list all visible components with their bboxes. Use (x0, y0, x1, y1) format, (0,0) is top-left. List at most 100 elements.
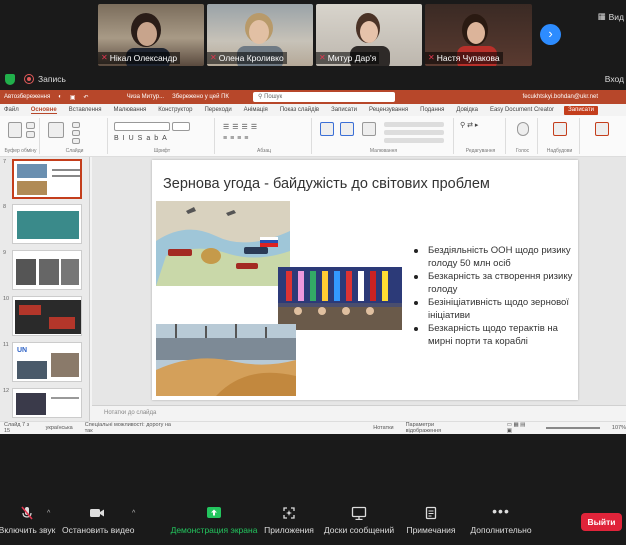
bullet-item: Бездіяльність ООН щодо ризику голоду 50 … (414, 244, 574, 270)
participant-tile[interactable]: ✕ Олена Кроливко (207, 4, 313, 66)
menu-record[interactable]: Записати (331, 107, 357, 113)
addins-icon[interactable] (553, 122, 567, 136)
designer-icon[interactable] (595, 122, 609, 136)
exit-label[interactable]: Вход (605, 74, 624, 84)
menu-view[interactable]: Подання (420, 107, 444, 113)
shield-icon[interactable] (5, 73, 15, 85)
ribbon-group-paragraph: ☰☰☰☰ ≡≡≡≡ Абзац (217, 118, 312, 154)
cut-icon[interactable] (26, 122, 35, 129)
more-button[interactable]: ••• Дополнительно (464, 504, 538, 535)
ppt-user-email[interactable]: fecukhtskyi.bohdan@ukr.net (523, 94, 598, 100)
slide-bullet-list[interactable]: Бездіяльність ООН щодо ризику голоду 50 … (414, 244, 574, 348)
reset-icon[interactable] (72, 130, 80, 136)
slide-notes-field[interactable]: Нотатки до слайда (92, 405, 626, 421)
arrange-icon[interactable] (340, 122, 354, 136)
zoom-slider[interactable] (545, 427, 600, 429)
list-icons[interactable]: ☰☰☰☰ (223, 123, 260, 131)
apps-button[interactable]: Приложения (262, 506, 316, 535)
paste-icon[interactable] (8, 122, 22, 138)
menu-animations[interactable]: Анімація (244, 107, 268, 113)
slide-thumbnail[interactable]: UN (12, 342, 82, 382)
zoom-level[interactable]: 107% (612, 425, 626, 431)
accessibility-indicator[interactable]: Спеціальні можливості: дорогу на так (85, 422, 172, 434)
microphone-icon[interactable] (517, 122, 529, 136)
notes-toggle[interactable]: Нотатки (373, 425, 393, 431)
shape-outline-select[interactable] (384, 130, 444, 135)
slide-image-meeting[interactable] (278, 267, 402, 330)
ribbon-group-slides: Слайди (42, 118, 108, 154)
record-icon (24, 74, 34, 84)
bullet-item: Безініціативність щодо зернової ініціати… (414, 296, 574, 322)
slide-thumbnail[interactable] (12, 159, 82, 199)
whiteboards-button[interactable]: Доски сообщений (322, 506, 396, 535)
slide-thumbnail[interactable] (12, 296, 82, 336)
menu-insert[interactable]: Вставлення (69, 107, 102, 113)
find-replace-select-icons[interactable]: ⚲ ⇄ ▸ (460, 122, 478, 130)
recording-indicator[interactable]: Запись (24, 74, 66, 84)
chevron-right-icon: › (548, 26, 553, 41)
video-options-chevron-icon[interactable]: ^ (132, 510, 135, 517)
quick-styles-icon[interactable] (362, 122, 376, 136)
mic-muted-icon (21, 506, 33, 520)
shape-fill-select[interactable] (384, 122, 444, 127)
audio-options-chevron-icon[interactable]: ^ (47, 510, 50, 517)
save-icon[interactable]: ▣ (70, 94, 76, 101)
ppt-status-bar: Слайд 7 з 15 українська Спеціальні можли… (0, 421, 626, 434)
slide-image-grain-port[interactable] (156, 324, 296, 396)
menu-file[interactable]: Файл (4, 107, 19, 113)
slide-counter: Слайд 7 з 15 (4, 422, 30, 434)
share-screen-button[interactable]: Демонстрация экрана (170, 506, 258, 535)
menu-easy-doc[interactable]: Easy Document Creator (490, 107, 554, 113)
menu-slideshow[interactable]: Показ слайдів (280, 107, 319, 113)
new-slide-icon[interactable] (48, 122, 64, 138)
participant-tile[interactable]: ✕ Настя Чупакова (425, 4, 532, 66)
font-format-icons[interactable]: BIUSabA (114, 135, 171, 142)
ppt-titlebar: Автозбереження ◐ ▣ ↶ Чиза Митур... Збере… (0, 90, 626, 104)
participant-tile[interactable]: ✕ Митур Дар'я (316, 4, 422, 66)
section-icon[interactable] (72, 138, 80, 144)
shape-effects-select[interactable] (384, 138, 444, 143)
layout-icon[interactable] (72, 122, 80, 128)
view-button[interactable]: ▦ Вид (598, 11, 624, 22)
ppt-record-button[interactable]: Записати (564, 106, 598, 115)
slide-canvas[interactable]: Зернова угода - байдужість до світових п… (152, 160, 578, 400)
menu-help[interactable]: Довідка (456, 107, 478, 113)
share-screen-icon (207, 507, 221, 518)
leave-meeting-button[interactable]: Выйти (581, 513, 622, 531)
mic-off-icon: ✕ (101, 53, 108, 62)
mic-off-icon: ✕ (210, 53, 217, 62)
shapes-icon[interactable] (320, 122, 334, 136)
font-size-select[interactable] (172, 122, 190, 131)
toggle-icon[interactable]: ◐ (58, 94, 62, 100)
language-indicator[interactable]: українська (46, 425, 73, 431)
menu-review[interactable]: Рецензування (369, 107, 408, 113)
ppt-search-input[interactable]: ⚲ Пошук (253, 92, 395, 102)
ribbon-group-clipboard: Буфер обміну (2, 118, 40, 154)
shared-screen-powerpoint: Автозбереження ◐ ▣ ↶ Чиза Митур... Збере… (0, 90, 626, 434)
view-mode-icons[interactable]: ▭ ▦ ▤ ▣ (507, 422, 530, 434)
slide-title[interactable]: Зернова угода - байдужість до світових п… (163, 176, 490, 192)
font-family-select[interactable] (114, 122, 170, 131)
menu-home[interactable]: Основне (30, 107, 57, 114)
menu-transitions[interactable]: Переходи (204, 107, 231, 113)
participant-tile[interactable]: ✕ Нікал Олександр (98, 4, 204, 66)
copy-icon[interactable] (26, 131, 35, 138)
stop-video-button[interactable]: Остановить видео (62, 506, 134, 535)
next-participants-button[interactable]: › (540, 24, 561, 45)
ribbon-group-addins: Надбудови (540, 118, 580, 154)
slide-thumbnails-pane: 7 8 9 10 11 UN 12 (0, 157, 90, 421)
slide-image-map[interactable] (156, 201, 290, 286)
slide-thumbnail[interactable] (12, 204, 82, 244)
slide-thumbnail[interactable] (12, 388, 82, 418)
slide-thumbnail[interactable] (12, 250, 82, 290)
autosave-label[interactable]: Автозбереження (4, 94, 50, 100)
undo-icon[interactable]: ↶ (84, 94, 89, 101)
menu-draw[interactable]: Малювання (114, 107, 147, 113)
ribbon-group-drawing: Малювання (314, 118, 454, 154)
grid-icon: ▦ (597, 11, 606, 21)
align-icons[interactable]: ≡≡≡≡ (223, 135, 251, 142)
ppt-menu-bar: Файл Основне Вставлення Малювання Констр… (0, 104, 626, 116)
notes-button[interactable]: Примечания (402, 506, 460, 535)
menu-design[interactable]: Конструктор (158, 107, 192, 113)
display-settings[interactable]: Параметри відображення (406, 422, 465, 434)
